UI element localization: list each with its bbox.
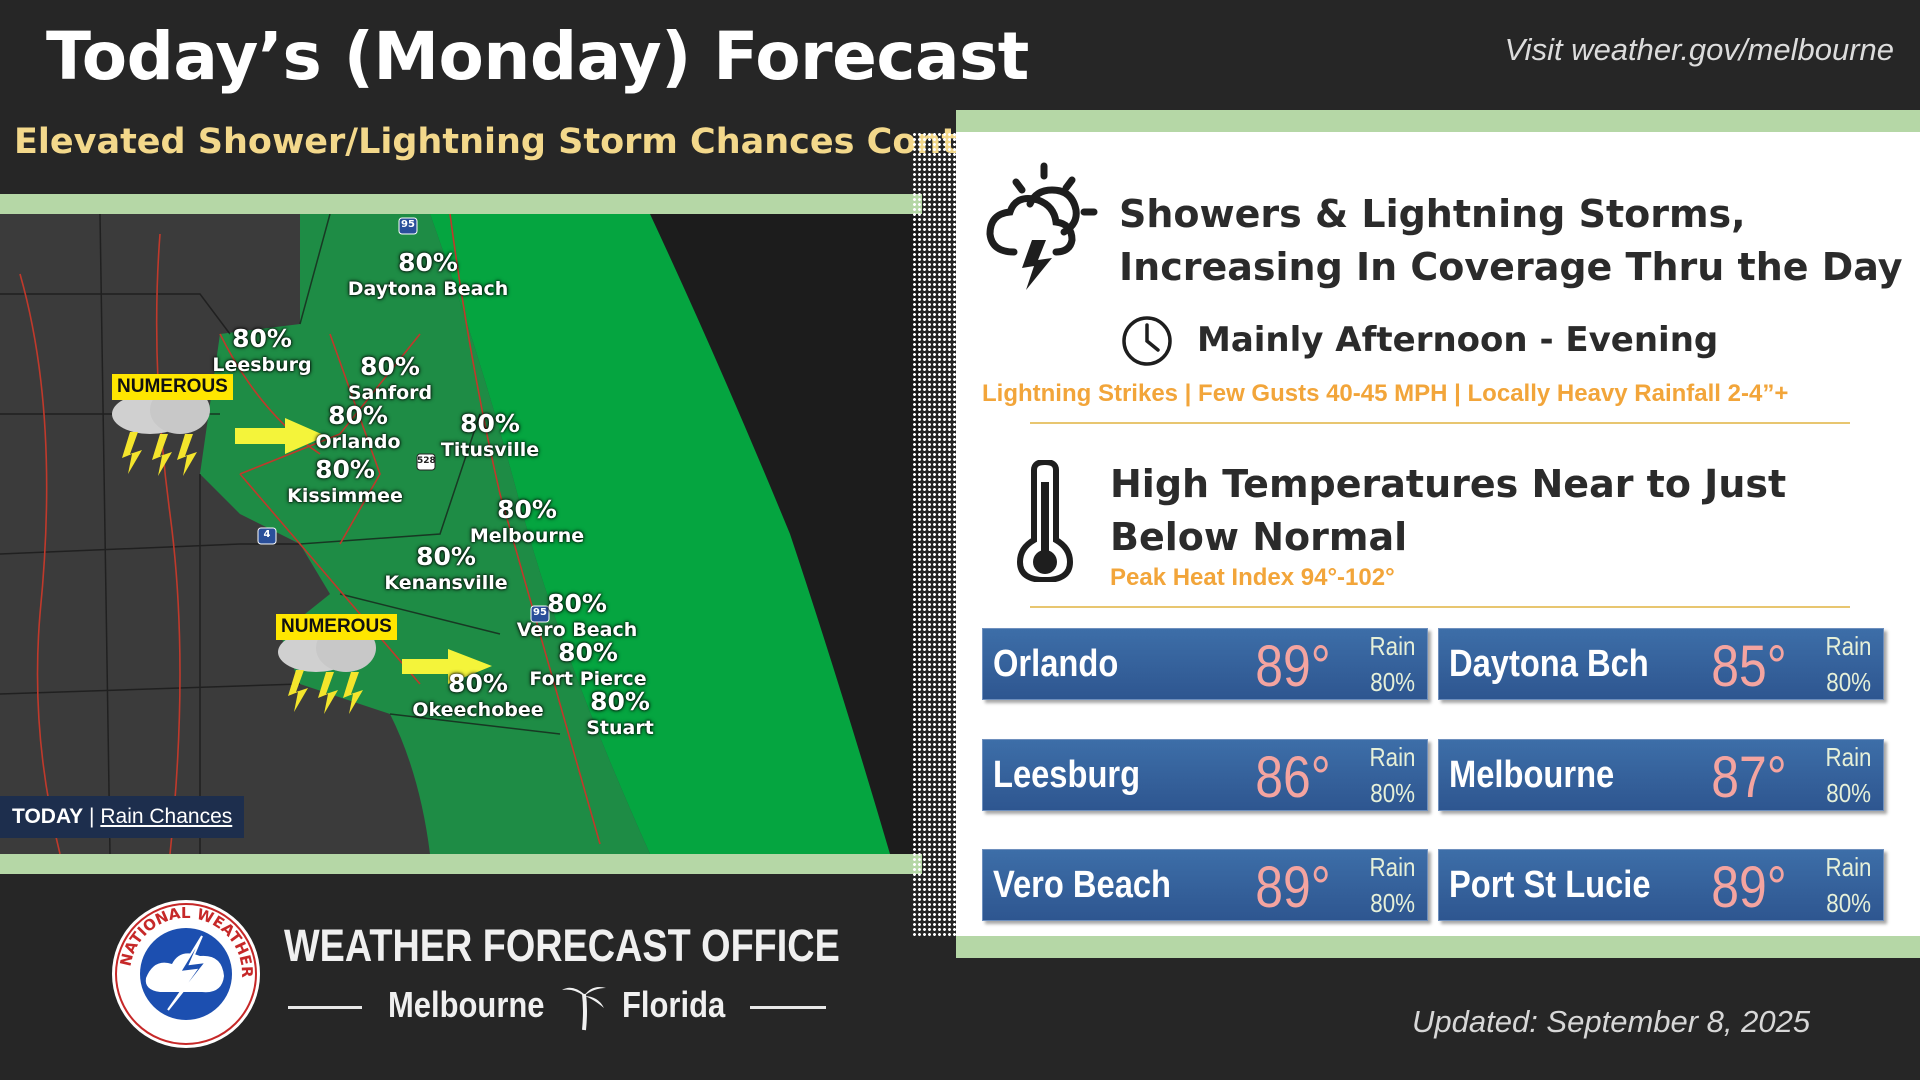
map-location: 80% Kenansville bbox=[384, 542, 508, 594]
map-location: 80% Fort Pierce bbox=[529, 638, 647, 690]
numerous-badge: NUMEROUS bbox=[112, 374, 233, 400]
rain-label: Rain bbox=[1825, 742, 1871, 772]
map-location: 80% Daytona Beach bbox=[347, 248, 509, 300]
legend-rain-chances-link[interactable]: Rain Chances bbox=[100, 805, 232, 828]
map-location: 80% Sanford bbox=[347, 352, 433, 404]
map-graphic bbox=[0, 214, 920, 854]
rain-label: Rain bbox=[1369, 742, 1415, 772]
city-forecast-card: Vero Beach 89° Rain 80% bbox=[982, 849, 1428, 921]
map-location: 80% Stuart bbox=[586, 687, 654, 739]
headline-line: Showers & Lightning Storms, bbox=[1119, 192, 1746, 236]
city-forecast-card: Daytona Bch 85° Rain 80% bbox=[1438, 628, 1884, 700]
map-location: 80% Orlando bbox=[315, 401, 401, 453]
numerous-badge: NUMEROUS bbox=[276, 614, 397, 640]
city-forecast-card: Melbourne 87° Rain 80% bbox=[1438, 739, 1884, 811]
rain-label: Rain bbox=[1825, 631, 1871, 661]
legend-today-label: TODAY bbox=[12, 805, 84, 828]
headline-showers: Showers & Lightning Storms, Increasing I… bbox=[1119, 188, 1903, 294]
heat-index-text: Peak Heat Index 94°-102° bbox=[1110, 564, 1395, 591]
city-name: Orlando bbox=[993, 643, 1119, 685]
highway-shield: 528 bbox=[417, 456, 436, 466]
page-subtitle: Elevated Shower/Lightning Storm Chances … bbox=[14, 122, 1060, 162]
rain-chance: 80% bbox=[1826, 888, 1871, 918]
timing-text: Mainly Afternoon - Evening bbox=[1197, 320, 1719, 360]
rain-label: Rain bbox=[1369, 852, 1415, 882]
rain-chance: 80% bbox=[1826, 778, 1871, 808]
divider bbox=[0, 854, 922, 874]
high-temp: 89° bbox=[1255, 634, 1331, 699]
map-location: 80% Leesburg bbox=[212, 324, 312, 376]
city-name: Vero Beach bbox=[993, 864, 1172, 906]
legend-separator: | bbox=[89, 805, 95, 828]
rain-chance: 80% bbox=[1370, 888, 1415, 918]
city-name: Port St Lucie bbox=[1449, 864, 1651, 906]
map-location: 80% Kissimmee bbox=[287, 455, 403, 507]
map-location: 80% Titusville bbox=[440, 409, 540, 461]
city-name: Leesburg bbox=[993, 754, 1141, 796]
divider bbox=[956, 936, 1920, 958]
thermometer-icon bbox=[1016, 460, 1074, 582]
office-state: Florida bbox=[622, 984, 726, 1025]
storm-cloud-icon bbox=[986, 162, 1098, 290]
panel-edge-pattern bbox=[912, 132, 962, 936]
city-forecast-card: Port St Lucie 89° Rain 80% bbox=[1438, 849, 1884, 921]
rain-label: Rain bbox=[1825, 852, 1871, 882]
divider bbox=[1030, 422, 1850, 424]
clock-icon bbox=[1122, 316, 1172, 366]
nws-seal-logo: NATIONAL WEATHER SERVICE bbox=[110, 898, 260, 1048]
city-forecast-card: Leesburg 86° Rain 80% bbox=[982, 739, 1428, 811]
divider bbox=[956, 110, 1920, 132]
rain-chance: 80% bbox=[1370, 667, 1415, 697]
high-temp: 89° bbox=[1711, 855, 1787, 920]
map-location: 80% Melbourne bbox=[469, 495, 585, 547]
high-temp: 87° bbox=[1711, 745, 1787, 810]
high-temp: 89° bbox=[1255, 855, 1331, 920]
headline-line: High Temperatures Near to Just bbox=[1110, 462, 1787, 506]
palm-tree-icon bbox=[562, 987, 606, 1031]
hazards-text: Lightning Strikes | Few Gusts 40-45 MPH … bbox=[982, 380, 1789, 407]
map-location: 80% Okeechobee bbox=[412, 669, 544, 721]
rain-chance-map: 95 95 4 528 NUMEROUS NUMEROUS 80% Daytona… bbox=[0, 214, 920, 854]
highway-shield: 4 bbox=[263, 529, 271, 540]
updated-timestamp: Updated: September 8, 2025 bbox=[1412, 1004, 1811, 1039]
office-city: Melbourne bbox=[388, 984, 545, 1025]
divider bbox=[750, 1006, 826, 1009]
headline-line: Below Normal bbox=[1110, 515, 1408, 559]
highway-shield: 95 bbox=[401, 219, 415, 230]
city-name: Daytona Bch bbox=[1449, 643, 1649, 685]
city-forecast-card: Orlando 89° Rain 80% bbox=[982, 628, 1428, 700]
rain-chance: 80% bbox=[1826, 667, 1871, 697]
map-legend: TODAY | Rain Chances bbox=[0, 796, 245, 838]
headline-temperatures: High Temperatures Near to Just Below Nor… bbox=[1110, 458, 1786, 564]
high-temp: 85° bbox=[1711, 634, 1787, 699]
rain-chance: 80% bbox=[1370, 778, 1415, 808]
office-name: WEATHER FORECAST OFFICE bbox=[284, 920, 840, 971]
high-temp: 86° bbox=[1255, 745, 1331, 810]
map-location: 80% Vero Beach bbox=[516, 589, 638, 641]
website-link[interactable]: Visit weather.gov/melbourne bbox=[1505, 32, 1894, 68]
divider bbox=[1030, 606, 1850, 608]
city-name: Melbourne bbox=[1449, 754, 1615, 796]
divider bbox=[0, 194, 922, 214]
headline-line: Increasing In Coverage Thru the Day bbox=[1119, 245, 1903, 289]
rain-label: Rain bbox=[1369, 631, 1415, 661]
page-title: Today’s (Monday) Forecast bbox=[46, 18, 1029, 95]
divider bbox=[288, 1006, 362, 1009]
